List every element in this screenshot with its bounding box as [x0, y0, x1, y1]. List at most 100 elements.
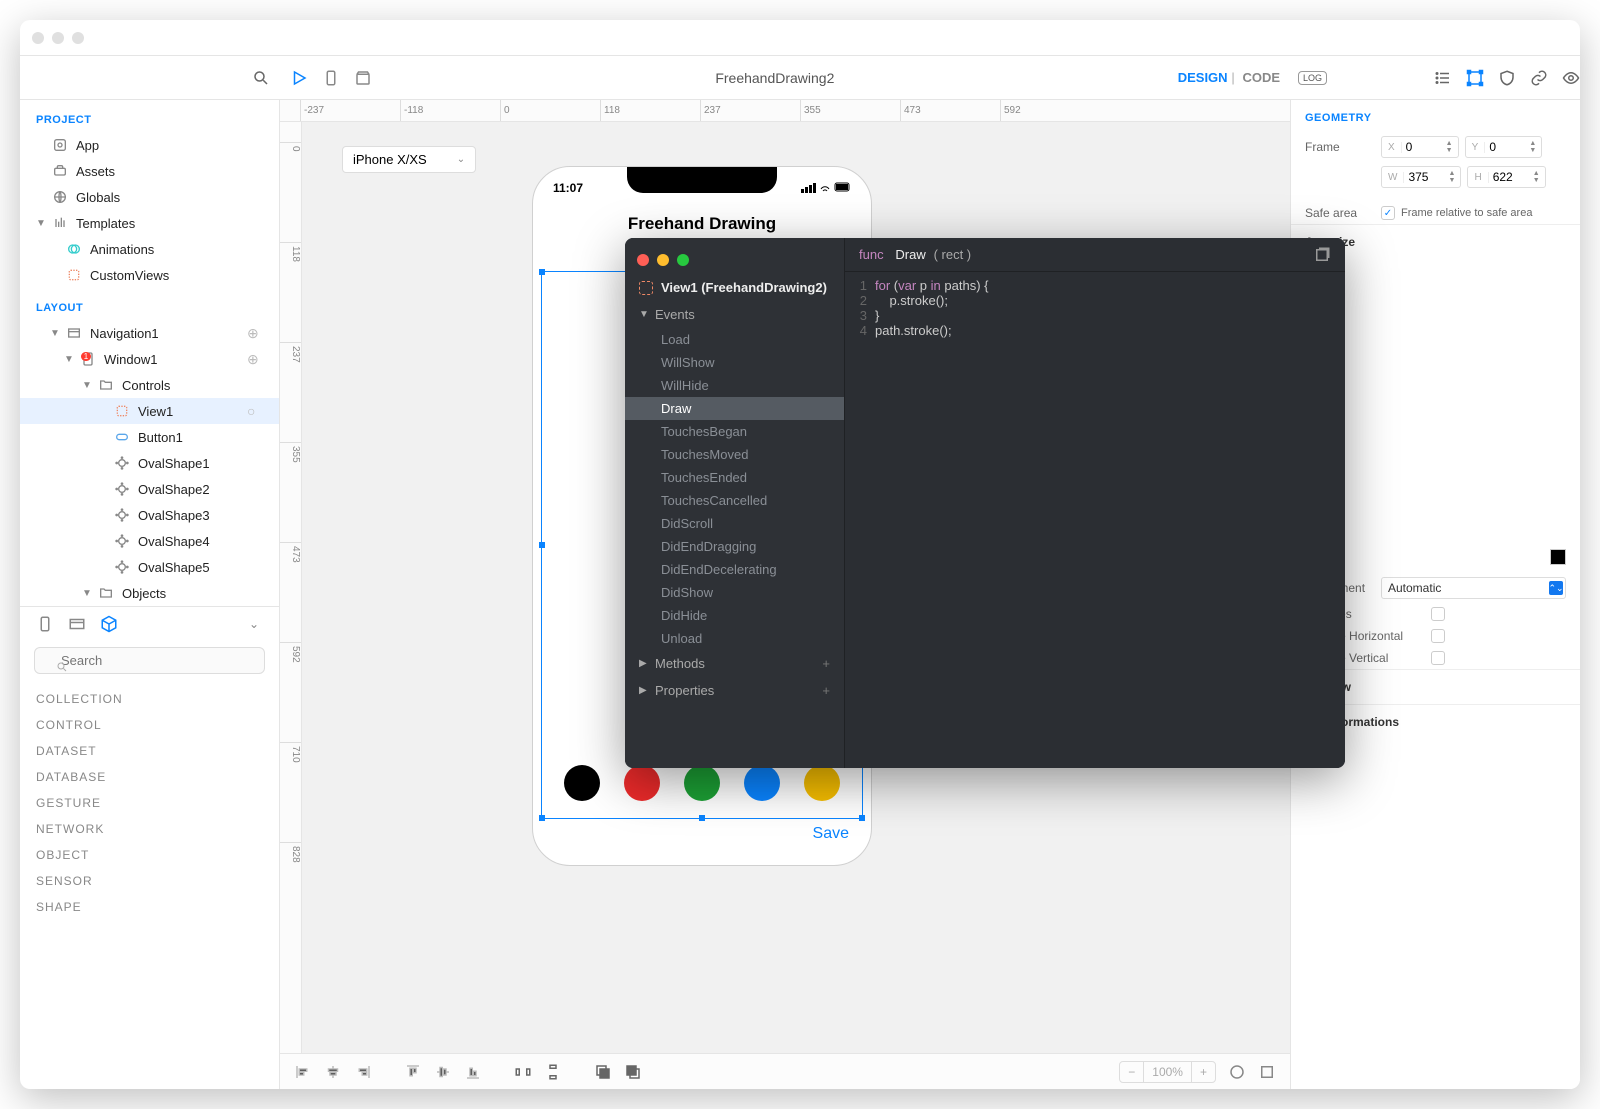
item-action[interactable]: ⊕ [247, 325, 263, 341]
handle-lc[interactable] [539, 542, 545, 548]
zoom-in-button[interactable]: + [1192, 1062, 1215, 1082]
item-action[interactable]: ⊕ [247, 351, 263, 367]
sidebar-item-templates[interactable]: ▼Templates [20, 210, 279, 236]
category-gesture[interactable]: GESTURE [36, 790, 263, 816]
code-body[interactable]: 1234 for (var p in paths) { p.stroke();}… [845, 272, 1345, 768]
zoom-out-button[interactable]: − [1120, 1062, 1143, 1082]
color-swatch[interactable] [564, 765, 600, 801]
code-lines[interactable]: for (var p in paths) { p.stroke();}path.… [875, 278, 1345, 762]
bounce-v-checkbox[interactable] [1431, 651, 1445, 665]
filter-cube-icon[interactable] [100, 615, 118, 633]
sidebar-item-ovalshape1[interactable]: OvalShape1 [20, 450, 279, 476]
distribute-v-icon[interactable] [544, 1063, 562, 1081]
sidebar-item-navigation1[interactable]: ▼Navigation1⊕ [20, 320, 279, 346]
frame-h-input[interactable] [1489, 170, 1533, 184]
category-control[interactable]: CONTROL [36, 712, 263, 738]
category-network[interactable]: NETWORK [36, 816, 263, 842]
archive-icon[interactable] [354, 69, 372, 87]
color-swatch[interactable] [804, 765, 840, 801]
sidebar-item-ovalshape3[interactable]: OvalShape3 [20, 502, 279, 528]
sidebar-item-assets[interactable]: Assets [20, 158, 279, 184]
category-collection[interactable]: COLLECTION [36, 686, 263, 712]
fit-icon[interactable] [1228, 1063, 1246, 1081]
align-center-h-icon[interactable] [324, 1063, 342, 1081]
item-action[interactable]: ○ [247, 403, 263, 419]
color-swatch[interactable] [744, 765, 780, 801]
expand-icon[interactable] [1258, 1063, 1276, 1081]
filter-layout-icon[interactable] [68, 615, 86, 633]
properties-section[interactable]: ▶Properties+ [625, 677, 844, 704]
mode-switch[interactable]: DESIGN | CODE [1178, 70, 1290, 85]
shield-icon[interactable] [1498, 69, 1516, 87]
minimize-icon[interactable] [52, 32, 64, 44]
sidebar-item-app[interactable]: App [20, 132, 279, 158]
category-shape[interactable]: SHAPE [36, 894, 263, 920]
eye-icon[interactable] [1562, 69, 1580, 87]
handle-br[interactable] [859, 815, 865, 821]
methods-section[interactable]: ▶Methods+ [625, 650, 844, 677]
events-section[interactable]: ▼Events [625, 301, 844, 328]
event-willshow[interactable]: WillShow [625, 351, 844, 374]
align-bottom-icon[interactable] [464, 1063, 482, 1081]
sidebar-item-ovalshape2[interactable]: OvalShape2 [20, 476, 279, 502]
event-didenddragging[interactable]: DidEndDragging [625, 535, 844, 558]
frame-y-input[interactable] [1485, 140, 1529, 154]
list-icon[interactable] [1434, 69, 1452, 87]
sidebar-item-window1[interactable]: ▼1Window1⊕ [20, 346, 279, 372]
sidebar-item-customviews[interactable]: CustomViews [20, 262, 279, 288]
sidebar-item-button1[interactable]: Button1 [20, 424, 279, 450]
category-object[interactable]: OBJECT [36, 842, 263, 868]
code-editor-popup[interactable]: View1 (FreehandDrawing2) ▼Events LoadWil… [625, 238, 1345, 768]
sidebar-item-view1[interactable]: View1○ [20, 398, 279, 424]
event-touchesbegan[interactable]: TouchesBegan [625, 420, 844, 443]
bring-front-icon[interactable] [624, 1063, 642, 1081]
filter-device-icon[interactable] [36, 615, 54, 633]
sidebar-item-ovalshape5[interactable]: OvalShape5 [20, 554, 279, 580]
mode-design[interactable]: DESIGN [1178, 70, 1228, 85]
add-method-button[interactable]: + [822, 656, 830, 671]
search-icon[interactable] [252, 69, 270, 87]
event-unload[interactable]: Unload [625, 627, 844, 650]
event-load[interactable]: Load [625, 328, 844, 351]
device-selector[interactable]: iPhone X/XS ⌄ [342, 146, 476, 173]
frame-y-field[interactable]: Y▲▼ [1465, 136, 1543, 158]
bounds-icon[interactable] [1466, 69, 1484, 87]
frame-x-field[interactable]: X▲▼ [1381, 136, 1459, 158]
popup-minimize-icon[interactable] [657, 254, 669, 266]
link-icon[interactable] [1530, 69, 1548, 87]
search-box[interactable] [34, 647, 265, 674]
sidebar-item-controls[interactable]: ▼Controls [20, 372, 279, 398]
frame-w-field[interactable]: W▲▼ [1381, 166, 1461, 188]
bounces-checkbox[interactable] [1431, 607, 1445, 621]
event-willhide[interactable]: WillHide [625, 374, 844, 397]
color-swatch[interactable] [1550, 549, 1566, 565]
adjustment-select[interactable]: Automatic ⌃⌄ [1381, 577, 1566, 599]
mode-code[interactable]: CODE [1242, 70, 1280, 85]
safearea-checkbox[interactable]: ✓ [1381, 206, 1395, 220]
event-didhide[interactable]: DidHide [625, 604, 844, 627]
handle-bl[interactable] [539, 815, 545, 821]
event-touchescancelled[interactable]: TouchesCancelled [625, 489, 844, 512]
search-input[interactable] [34, 647, 265, 674]
align-right-icon[interactable] [354, 1063, 372, 1081]
sidebar-item-animations[interactable]: Animations [20, 236, 279, 262]
color-swatch[interactable] [624, 765, 660, 801]
close-icon[interactable] [32, 32, 44, 44]
play-icon[interactable] [290, 69, 308, 87]
chevron-down-icon[interactable]: ⌄ [245, 615, 263, 633]
color-swatch[interactable] [684, 765, 720, 801]
add-property-button[interactable]: + [822, 683, 830, 698]
distribute-h-icon[interactable] [514, 1063, 532, 1081]
frame-x-input[interactable] [1402, 140, 1446, 154]
frame-w-input[interactable] [1404, 170, 1448, 184]
maximize-icon[interactable] [72, 32, 84, 44]
event-touchesended[interactable]: TouchesEnded [625, 466, 844, 489]
category-dataset[interactable]: DATASET [36, 738, 263, 764]
sidebar-item-ovalshape4[interactable]: OvalShape4 [20, 528, 279, 554]
bounce-h-checkbox[interactable] [1431, 629, 1445, 643]
popup-close-icon[interactable] [637, 254, 649, 266]
event-didshow[interactable]: DidShow [625, 581, 844, 604]
send-back-icon[interactable] [594, 1063, 612, 1081]
frame-h-field[interactable]: H▲▼ [1467, 166, 1545, 188]
event-touchesmoved[interactable]: TouchesMoved [625, 443, 844, 466]
